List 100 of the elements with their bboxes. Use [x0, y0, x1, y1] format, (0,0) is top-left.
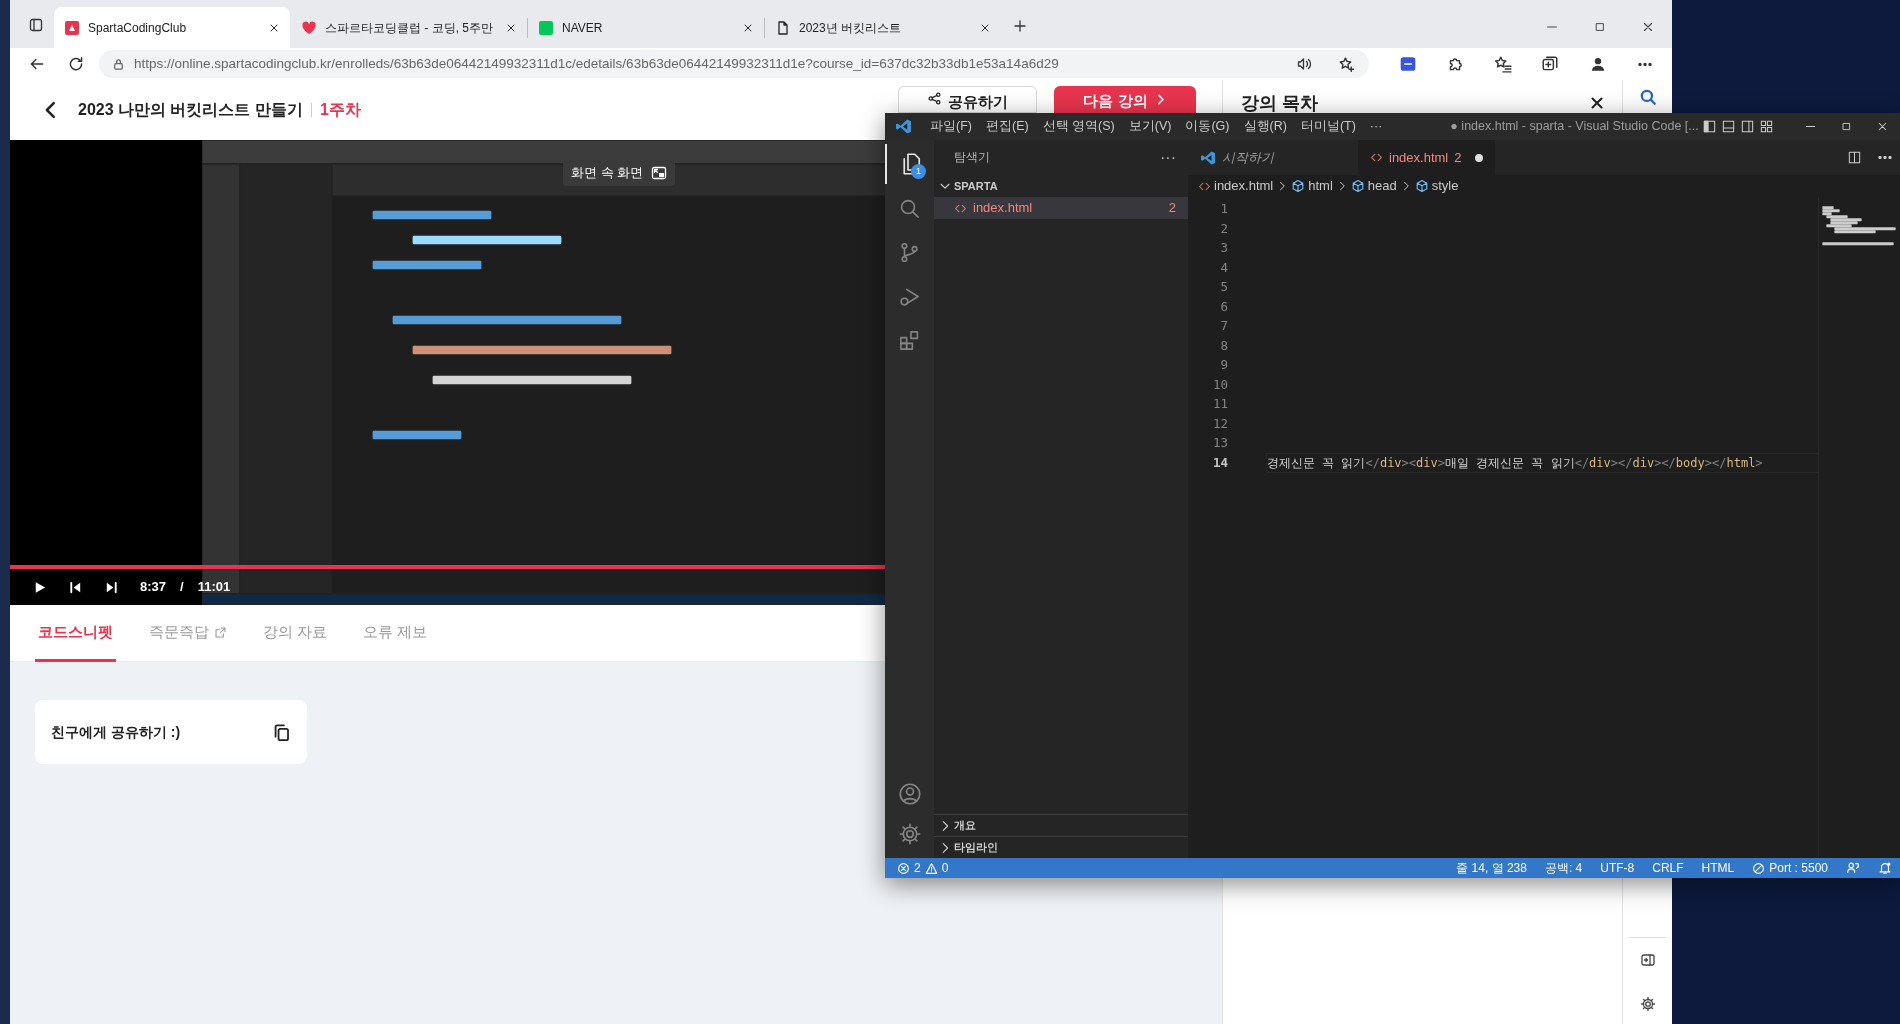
blocks-icon: [898, 328, 921, 352]
line-number: 8: [1219, 336, 1228, 355]
search-icon: [1638, 88, 1657, 106]
menu-item[interactable]: 이동(G): [1179, 117, 1236, 136]
speaker-icon: [1296, 56, 1312, 72]
breadcrumb-item[interactable]: head: [1367, 176, 1397, 196]
pip-icon: [651, 164, 668, 181]
share-icon: [927, 91, 942, 106]
maximize-icon: [1841, 121, 1853, 132]
problems-button[interactable]: 2 0: [897, 859, 949, 877]
tab-actions-icon: [28, 17, 44, 33]
code-icon: [1370, 151, 1383, 164]
close-icon: [1641, 20, 1655, 34]
vscode-logo-icon: [895, 118, 912, 135]
problem-count: 2: [1168, 199, 1176, 218]
error-icon: [897, 861, 910, 875]
panel-icon: [1639, 952, 1656, 968]
layout-icon: [1759, 119, 1775, 134]
line-number: 6: [1219, 297, 1228, 316]
current-time: 8:37: [140, 578, 167, 597]
line-number: 4: [1219, 258, 1228, 277]
time-separator: /: [180, 578, 184, 597]
cube-icon: [1291, 179, 1306, 193]
editor-tab[interactable]: index.html 2: [1358, 140, 1496, 175]
file-row[interactable]: index.html 2: [934, 197, 1188, 219]
app-icon: [1398, 55, 1417, 73]
address-bar[interactable]: https://online.spartacodingclub.kr/enrolleds/63b63de06442149932311d1c/edetails/63b63de06442149932311d1e?course_id=637dc32b33db1e53a14a6d29: [99, 50, 1369, 78]
menu-item[interactable]: 파일(F): [924, 117, 978, 136]
account-icon: [897, 782, 922, 806]
port-button[interactable]: Port : 5500: [1752, 859, 1828, 877]
feedback-button[interactable]: [1846, 861, 1860, 875]
pip-button[interactable]: 화면 속 화면: [563, 160, 676, 186]
breadcrumb-item[interactable]: html: [1308, 176, 1333, 196]
url-text: https://online.spartacodingclub.kr/enrolleds/63b63de06442149932311d1c/edetails/63b63de06442149932311d1e?course_id=637dc32b33db1e53a14a6d29: [134, 54, 1060, 73]
browser-tab[interactable]: 스파르타코딩클럽 - 코딩, 5주만: [291, 7, 527, 48]
cube-icon: [1414, 179, 1429, 193]
folder-row[interactable]: SPARTA: [934, 175, 1188, 197]
plus-icon: [1012, 18, 1028, 34]
course-title: 2023 나만의 버킷리스트 만들기: [78, 100, 303, 120]
previous-icon: [67, 579, 83, 595]
line-number: 14: [1211, 453, 1228, 472]
status-item[interactable]: 공백: 4: [1544, 859, 1583, 877]
line-number: 11: [1211, 395, 1228, 414]
panel-header[interactable]: 개요: [934, 814, 1188, 836]
warning-icon: [924, 861, 938, 875]
sidebar-title: 탐색기: [954, 149, 990, 165]
collections-icon: [1541, 55, 1560, 73]
copy-button[interactable]: [272, 722, 291, 742]
line-number: 2: [1219, 219, 1228, 238]
menu-item[interactable]: 터미널(T): [1294, 117, 1362, 136]
week-label: 1주차: [319, 100, 361, 120]
status-item[interactable]: UTF-8: [1600, 859, 1635, 877]
status-item[interactable]: CRLF: [1652, 859, 1684, 877]
line-number: 3: [1219, 239, 1228, 258]
star-plus-icon: [1337, 55, 1355, 73]
bell-icon: [1878, 861, 1892, 875]
status-item[interactable]: 줄 14, 열 238: [1456, 859, 1527, 877]
status-item[interactable]: HTML: [1701, 859, 1735, 877]
feedback-icon: [1846, 861, 1860, 875]
layout-icon: [1701, 119, 1717, 134]
menu-item[interactable]: 선택 영역(S): [1036, 117, 1121, 136]
menu-item[interactable]: 실행(R): [1237, 117, 1293, 136]
line-number: 10: [1211, 375, 1228, 394]
notifications-button[interactable]: [1878, 861, 1892, 875]
panel-title: 강의 목차: [1241, 92, 1318, 115]
close-icon: [1588, 94, 1606, 112]
more-button[interactable]: ···: [1160, 145, 1176, 170]
lock-icon: [111, 56, 126, 72]
no-entry-icon: [1752, 861, 1766, 875]
more-icon: [1878, 156, 1892, 159]
card-title: 친구에게 공유하기 :): [51, 722, 181, 742]
close-button[interactable]: [1588, 94, 1606, 112]
menu-item[interactable]: ···: [1363, 117, 1389, 136]
maximize-icon: [1594, 21, 1606, 33]
favorites-icon: [1493, 55, 1512, 73]
line-number: 5: [1219, 278, 1228, 297]
browser-tab[interactable]: NAVER: [528, 7, 764, 48]
window-title: ● index.html - sparta - Visual Studio Code [...: [1450, 118, 1699, 136]
code-line: 경제신문 꼭 읽기</div><div>매일 경제신문 꼭 읽기</div></div></body></html>: [1267, 454, 1818, 473]
menu-item[interactable]: 편집(E): [979, 117, 1035, 136]
breadcrumb-item[interactable]: style: [1431, 176, 1459, 196]
notification-badge: 1: [911, 164, 926, 179]
site-icon: [64, 19, 80, 36]
editor-tab[interactable]: 시작하기: [1188, 140, 1358, 175]
copy-icon: [272, 722, 291, 742]
heart-icon: [301, 19, 317, 36]
browser-tab[interactable]: SpartaCodingClub: [54, 7, 290, 48]
duration: 11:01: [197, 578, 231, 597]
menu-item[interactable]: 보기(V): [1122, 117, 1178, 136]
gear-icon: [1639, 996, 1656, 1012]
split-icon: [1847, 150, 1862, 165]
layout-icon: [1720, 119, 1736, 134]
line-number: 9: [1219, 356, 1228, 375]
more-icon: [1637, 62, 1654, 66]
branch-icon: [898, 240, 921, 264]
share-button[interactable]: 공유하기: [898, 86, 1037, 113]
browser-tab[interactable]: 2023년 버킷리스트: [765, 7, 1001, 48]
breadcrumb-item[interactable]: index.html: [1214, 176, 1274, 196]
next-lecture-button[interactable]: 다음 강의: [1054, 86, 1196, 113]
vscode-logo-icon: [1200, 149, 1216, 166]
